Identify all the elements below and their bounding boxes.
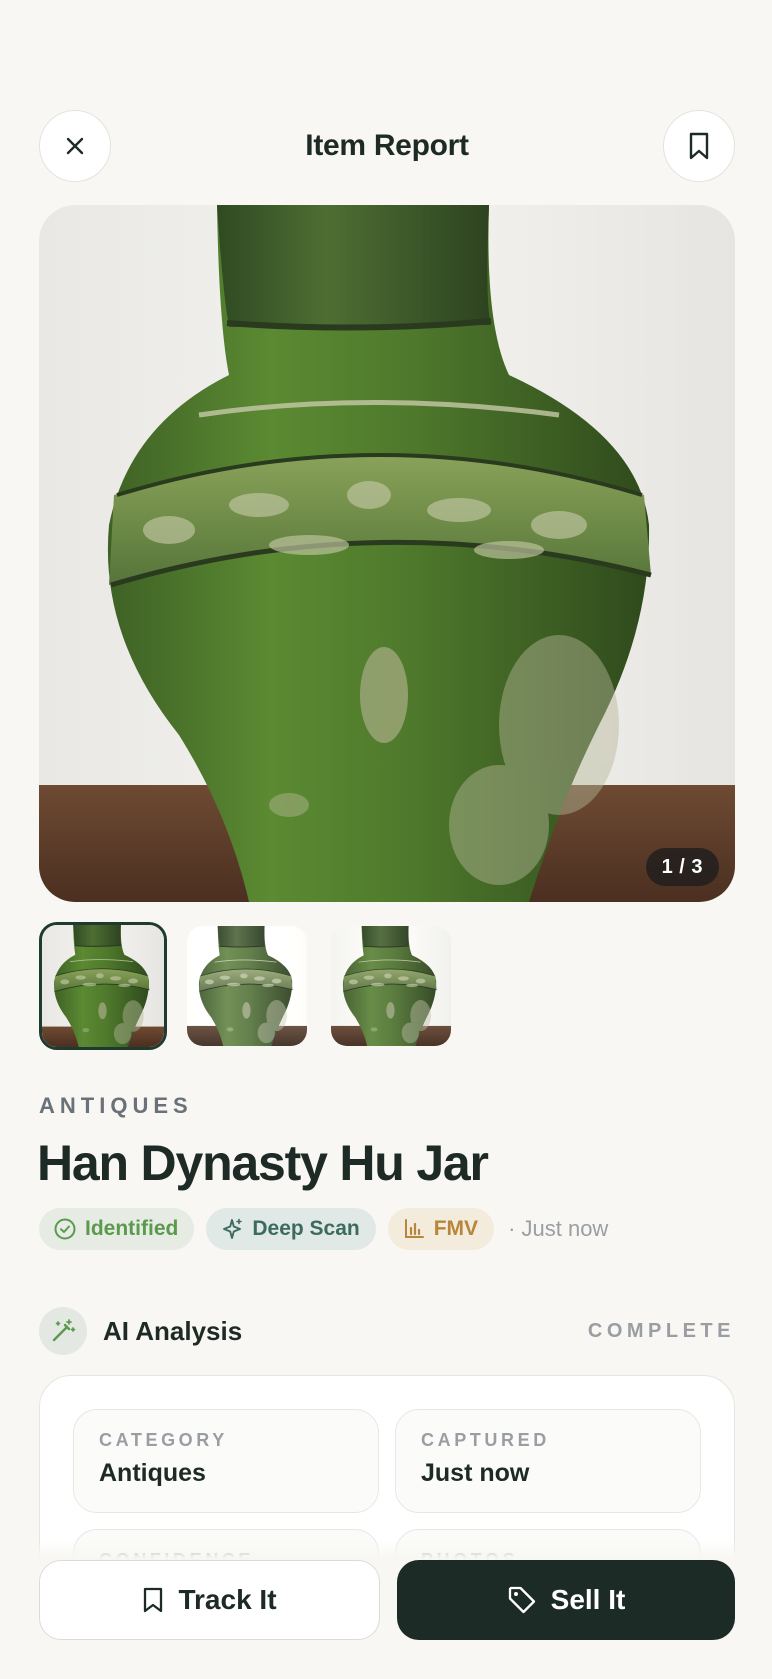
header: Item Report	[39, 110, 735, 182]
bookmark-button[interactable]	[663, 110, 735, 182]
identified-badge: Identified	[39, 1208, 195, 1250]
field-category: CATEGORY Antiques	[73, 1409, 379, 1513]
field-captured: CAPTURED Just now	[395, 1409, 701, 1513]
timestamp: · Just now	[508, 1216, 609, 1241]
item-category: ANTIQUES	[39, 1093, 193, 1118]
hero-image[interactable]: 1 / 3	[39, 205, 735, 902]
sparkle-icon	[223, 1218, 243, 1239]
bar-chart-icon	[404, 1219, 424, 1238]
bookmark-icon	[689, 132, 709, 160]
ai-analysis-status: COMPLETE	[587, 1320, 735, 1342]
magic-wand-icon	[39, 1307, 87, 1355]
tag-icon	[508, 1586, 535, 1614]
deep-scan-badge: Deep Scan	[206, 1208, 376, 1250]
jar-photo	[39, 205, 735, 902]
status-badges: Identified Deep Scan FMV · Just now	[39, 1208, 608, 1250]
thumbnail-2[interactable]	[187, 926, 307, 1046]
thumbnail-1[interactable]	[39, 922, 167, 1050]
ai-analysis-header: AI Analysis COMPLETE	[39, 1307, 735, 1355]
check-circle-icon	[54, 1218, 76, 1240]
thumbnail-3[interactable]	[331, 926, 451, 1046]
ai-analysis-label: AI Analysis	[103, 1316, 243, 1346]
item-name: Han Dynasty Hu Jar	[37, 1135, 489, 1191]
image-counter: 1 / 3	[645, 848, 719, 886]
page-title: Item Report	[305, 129, 469, 162]
fmv-badge: FMV	[387, 1208, 495, 1250]
sell-it-button[interactable]: Sell It	[397, 1560, 735, 1640]
track-it-button[interactable]: Track It	[39, 1560, 380, 1640]
bookmark-icon	[144, 1587, 163, 1613]
